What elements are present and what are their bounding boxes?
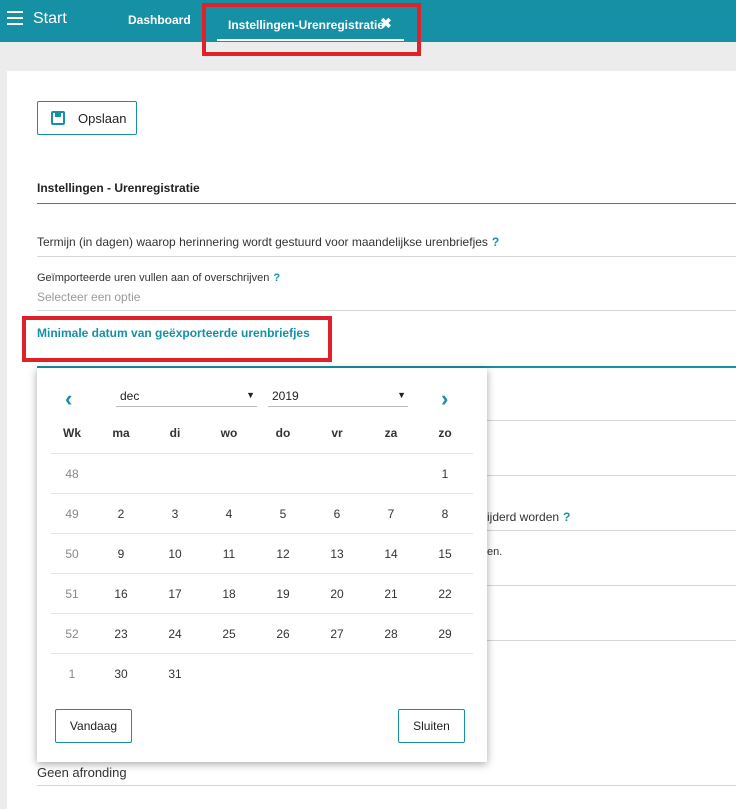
month-select[interactable]: dec ▼ [116,389,257,407]
rounding-select[interactable]: Geen afronding [37,765,127,780]
hamburger-menu-icon[interactable] [7,11,23,25]
day-cell[interactable]: 22 [425,587,465,601]
day-cell[interactable]: 21 [371,587,411,601]
floppy-disk-icon [51,111,65,125]
year-value: 2019 [272,389,299,403]
week-number: 52 [65,627,79,641]
day-cell[interactable]: 25 [209,627,249,641]
week-number: 48 [65,467,79,481]
day-cell[interactable]: 28 [371,627,411,641]
imported-hours-select[interactable]: Selecteer een optie [37,290,140,304]
today-button[interactable]: Vandaag [55,709,132,743]
field-divider [37,310,736,311]
close-button-label: Sluiten [413,719,450,733]
obscured-field-text: ijderd worden [487,510,560,524]
help-icon[interactable]: ? [563,510,570,524]
day-cell[interactable]: 26 [263,627,303,641]
date-picker-popup: ‹ dec ▼ 2019 ▼ › Wk ma di wo do vr za zo… [37,368,487,762]
reminder-days-field[interactable]: Termijn (in dagen) waarop herinnering wo… [37,235,499,249]
day-cell[interactable]: 20 [317,587,357,601]
chevron-right-icon[interactable]: › [441,388,448,410]
field-divider [37,256,736,257]
week-number: 49 [65,507,79,521]
day-cell[interactable]: 23 [101,627,141,641]
day-cell[interactable]: 29 [425,627,465,641]
day-cell[interactable]: 10 [155,547,195,561]
highlight-box-tab [202,3,421,56]
day-cell[interactable]: 8 [425,507,465,521]
week-row: 50 9 10 11 12 13 14 15 [51,533,473,573]
week-row: 1 30 31 [51,653,473,693]
weekday-header: ma [112,426,130,440]
day-cell[interactable]: 7 [371,507,411,521]
weekday-header: vr [331,426,343,440]
obscured-field-label: ijderd worden? [487,510,570,524]
day-cell[interactable]: 31 [155,667,195,681]
month-value: dec [120,389,140,403]
week-row: 52 23 24 25 26 27 28 29 [51,613,473,653]
week-row: 51 16 17 18 19 20 21 22 [51,573,473,613]
weekday-header: Wk [63,426,81,440]
field-divider [37,785,736,786]
weekday-header: za [384,426,398,440]
dropdown-arrow-icon: ▼ [246,390,255,400]
day-cell[interactable]: 17 [155,587,195,601]
day-cell[interactable]: 11 [209,547,249,561]
day-cell[interactable]: 9 [101,547,141,561]
obscured-field-text: en. [487,546,503,558]
year-select[interactable]: 2019 ▼ [268,389,408,407]
day-cell[interactable]: 30 [101,667,141,681]
week-number: 1 [68,667,76,681]
section-divider [37,203,736,204]
day-cell[interactable]: 24 [155,627,195,641]
week-number: 50 [65,547,79,561]
day-cell[interactable]: 3 [155,507,195,521]
day-cell[interactable]: 13 [317,547,357,561]
day-cell[interactable]: 18 [209,587,249,601]
week-row: 49 2 3 4 5 6 7 8 [51,493,473,533]
day-cell[interactable]: 19 [263,587,303,601]
week-number: 51 [65,587,79,601]
close-button[interactable]: Sluiten [398,709,465,743]
day-cell[interactable]: 2 [101,507,141,521]
day-cell[interactable]: 16 [101,587,141,601]
day-cell[interactable]: 14 [371,547,411,561]
help-icon[interactable]: ? [492,235,499,249]
start-link[interactable]: Start [33,10,67,28]
dropdown-arrow-icon: ▼ [397,390,406,400]
day-cell[interactable]: 15 [425,547,465,561]
tab-dashboard[interactable]: Dashboard [128,13,191,27]
section-title: Instellingen - Urenregistratie [37,181,200,195]
week-row: 48 1 [51,453,473,493]
day-cell[interactable]: 5 [263,507,303,521]
day-cell[interactable]: 4 [209,507,249,521]
day-cell[interactable]: 27 [317,627,357,641]
save-button[interactable]: Opslaan [37,101,137,135]
day-cell[interactable]: 12 [263,547,303,561]
day-cell[interactable]: 1 [425,467,465,481]
weekday-header: do [275,426,291,440]
highlight-box-date-label [22,316,332,362]
day-cell[interactable]: 6 [317,507,357,521]
help-icon[interactable]: ? [273,272,280,284]
weekday-header: zo [438,426,452,440]
imported-hours-label-text: Geïmporteerde uren vullen aan of oversch… [37,272,270,284]
weekday-header: di [169,426,181,440]
weekday-header-row: Wk ma di wo do vr za zo [51,422,473,444]
chevron-left-icon[interactable]: ‹ [65,388,72,410]
save-button-label: Opslaan [78,111,127,126]
reminder-days-label: Termijn (in dagen) waarop herinnering wo… [37,235,488,249]
today-button-label: Vandaag [69,719,118,733]
imported-hours-label: Geïmporteerde uren vullen aan of oversch… [37,272,280,284]
weekday-header: wo [220,426,238,440]
